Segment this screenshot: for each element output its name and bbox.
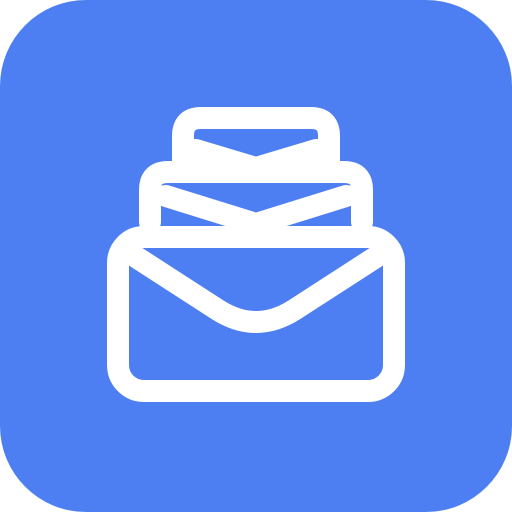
app-icon [0,0,512,512]
icon-background [0,0,512,512]
mail-stack-icon [0,0,512,512]
